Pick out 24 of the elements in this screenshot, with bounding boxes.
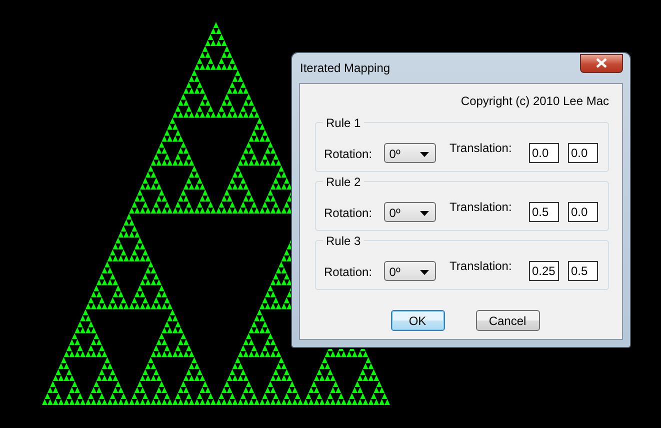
rotation-label: Rotation:	[324, 205, 374, 222]
copyright-text: Copyright (c) 2010 Lee Mac	[460, 94, 609, 108]
ok-button[interactable]: OK	[390, 310, 444, 331]
window-title: Iterated Mapping	[299, 60, 390, 77]
caret-icon	[420, 152, 429, 156]
input-field[interactable]: 0.5	[568, 261, 598, 281]
input-field[interactable]: 0.0	[568, 202, 598, 222]
rotation-dropdown[interactable]: 0º	[384, 143, 436, 163]
input-field[interactable]: 0.0	[568, 143, 598, 163]
rotation-label: Rotation:	[324, 146, 374, 163]
close-button[interactable]	[580, 54, 623, 72]
translation-label: Translation:	[450, 199, 513, 216]
close-icon	[596, 58, 607, 68]
translation-label: Translation:	[450, 140, 513, 157]
caret-icon	[420, 270, 429, 274]
input-field[interactable]: 0.0	[529, 143, 559, 163]
input-field[interactable]: 0.5	[529, 202, 559, 222]
rotation-dropdown[interactable]: 0º	[384, 261, 436, 281]
input-field[interactable]: 0.25	[529, 261, 559, 281]
rotation-dropdown[interactable]: 0º	[384, 202, 436, 222]
caret-icon	[420, 210, 429, 216]
cancel-button[interactable]: Cancel	[476, 310, 540, 331]
rotation-label: Rotation:	[324, 264, 374, 281]
translation-label: Translation:	[450, 258, 513, 275]
